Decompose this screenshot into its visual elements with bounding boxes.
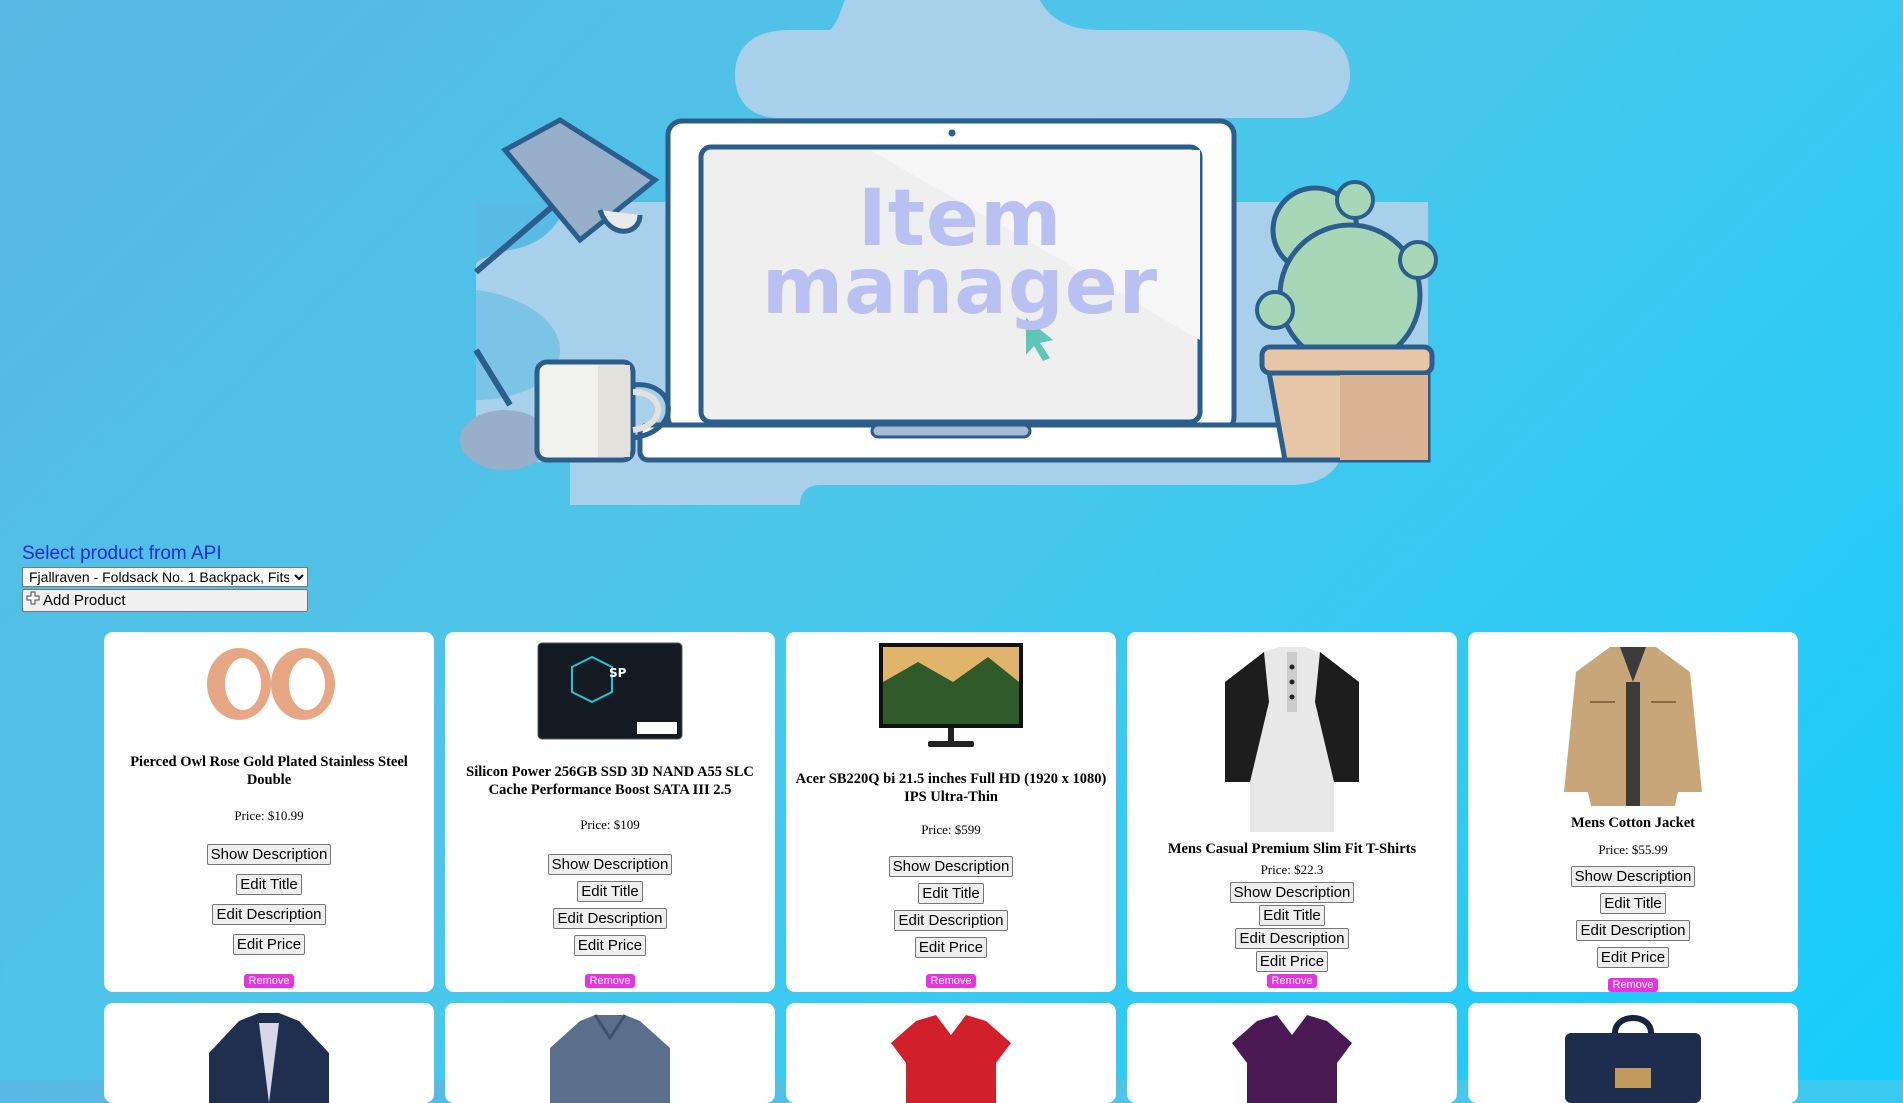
product-price: Price: $599 xyxy=(921,822,981,837)
add-product-button[interactable]: Add Product xyxy=(22,589,308,612)
remove-button[interactable]: Remove xyxy=(1607,978,1659,992)
product-image-grey-tshirt xyxy=(545,1013,675,1103)
product-image-navy-backpack xyxy=(1560,1013,1706,1103)
edit-price-button[interactable]: Edit Price xyxy=(1596,947,1670,968)
product-image-rose-gold-rings xyxy=(199,642,339,730)
show-description-button[interactable]: Show Description xyxy=(206,844,332,866)
remove-button[interactable]: Remove xyxy=(243,974,295,988)
product-actions: Show Description Edit Title Edit Descrip… xyxy=(547,853,673,956)
product-card xyxy=(786,1003,1116,1103)
product-card xyxy=(1127,1003,1457,1103)
edit-description-button[interactable]: Edit Description xyxy=(553,907,667,929)
hero-banner: Item manager xyxy=(0,0,1903,505)
product-image-cotton-jacket xyxy=(1560,642,1706,806)
product-grid: Pierced Owl Rose Gold Plated Stainless S… xyxy=(104,632,1800,1103)
product-image-monitor xyxy=(878,642,1024,750)
edit-price-button[interactable]: Edit Price xyxy=(573,934,647,956)
edit-title-button[interactable]: Edit Title xyxy=(577,880,643,902)
show-description-button[interactable]: Show Description xyxy=(888,856,1014,877)
edit-description-button[interactable]: Edit Description xyxy=(894,910,1008,931)
product-image-henley-shirt xyxy=(1219,642,1365,832)
edit-price-button[interactable]: Edit Price xyxy=(232,934,306,956)
product-price: Price: $109 xyxy=(580,817,640,832)
edit-price-button[interactable]: Edit Price xyxy=(1255,951,1329,972)
product-image-red-tshirt xyxy=(886,1013,1016,1103)
show-description-button[interactable]: Show Description xyxy=(1229,882,1355,903)
edit-title-button[interactable]: Edit Title xyxy=(1259,905,1325,926)
edit-description-button[interactable]: Edit Description xyxy=(212,904,326,926)
product-card: Mens Cotton Jacket Price: $55.99 Show De… xyxy=(1468,632,1798,992)
product-title: Silicon Power 256GB SSD 3D NAND A55 SLC … xyxy=(466,763,754,798)
remove-button[interactable]: Remove xyxy=(1266,974,1318,988)
product-price: Price: $10.99 xyxy=(234,807,304,823)
product-actions: Show Description Edit Title Edit Descrip… xyxy=(888,856,1014,958)
product-title: Mens Casual Premium Slim Fit T-Shirts xyxy=(1167,841,1417,857)
product-card: SP Silicon Power 256GB SSD 3D NAND A55 S… xyxy=(445,632,775,992)
hero-title: Item manager xyxy=(730,180,1190,332)
product-image-ssd-drive: SP xyxy=(537,642,683,740)
plus-icon xyxy=(26,591,40,604)
remove-button[interactable]: Remove xyxy=(584,974,636,988)
product-price: Price: $55.99 xyxy=(1598,842,1668,857)
edit-title-button[interactable]: Edit Title xyxy=(918,883,984,904)
product-actions: Show Description Edit Title Edit Descrip… xyxy=(1229,882,1355,972)
product-card xyxy=(104,1003,434,1103)
edit-description-button[interactable]: Edit Description xyxy=(1235,928,1349,949)
product-image-purple-tshirt xyxy=(1227,1013,1357,1103)
product-image-navy-jacket xyxy=(204,1013,334,1103)
product-card: Pierced Owl Rose Gold Plated Stainless S… xyxy=(104,632,434,992)
select-product-label: Select product from API xyxy=(22,543,222,564)
show-description-button[interactable]: Show Description xyxy=(1570,866,1696,887)
product-actions: Show Description Edit Title Edit Descrip… xyxy=(206,844,332,956)
product-title: Acer SB220Q bi 21.5 inches Full HD (1920… xyxy=(795,771,1107,805)
edit-price-button[interactable]: Edit Price xyxy=(914,937,988,958)
edit-description-button[interactable]: Edit Description xyxy=(1576,920,1690,941)
svg-text:SP: SP xyxy=(609,666,627,680)
product-card: Mens Casual Premium Slim Fit T-Shirts Pr… xyxy=(1127,632,1457,992)
product-title: Pierced Owl Rose Gold Plated Stainless S… xyxy=(130,753,408,788)
edit-title-button[interactable]: Edit Title xyxy=(236,874,302,896)
product-actions: Show Description Edit Title Edit Descrip… xyxy=(1570,866,1696,968)
hero-title-line2: manager xyxy=(761,242,1159,332)
remove-button[interactable]: Remove xyxy=(925,974,977,988)
show-description-button[interactable]: Show Description xyxy=(547,853,673,875)
edit-title-button[interactable]: Edit Title xyxy=(1600,893,1666,914)
product-controls: Select product from API Fjallraven - Fol… xyxy=(22,543,308,612)
product-price: Price: $22.3 xyxy=(1260,862,1324,877)
product-select[interactable]: Fjallraven - Foldsack No. 1 Backpack, Fi… xyxy=(22,567,308,587)
product-card xyxy=(1468,1003,1798,1103)
product-card xyxy=(445,1003,775,1103)
product-card: Acer SB220Q bi 21.5 inches Full HD (1920… xyxy=(786,632,1116,992)
product-title: Mens Cotton Jacket xyxy=(1570,815,1696,831)
add-product-label: Add Product xyxy=(43,592,126,609)
